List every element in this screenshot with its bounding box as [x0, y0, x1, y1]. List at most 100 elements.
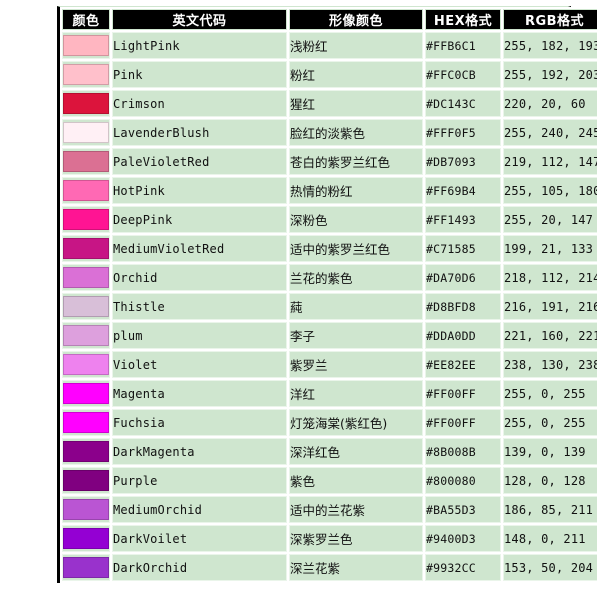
table-header: 颜色 英文代码 形像颜色 HEX格式 RGB格式	[62, 9, 597, 30]
color-swatch	[63, 499, 109, 520]
color-swatch-cell	[62, 380, 110, 407]
rgb-value-cell: 219, 112, 147	[503, 148, 597, 175]
rgb-value-cell: 220, 20, 60	[503, 90, 597, 117]
table-row: plum 李子 #DDA0DD 221, 160, 221	[62, 322, 597, 349]
hex-value-cell: #FF1493	[425, 206, 501, 233]
table-row: Purple 紫色 #800080 128, 0, 128	[62, 467, 597, 494]
column-header-hex-format: HEX格式	[425, 9, 501, 30]
column-header-color-swatch: 颜色	[62, 9, 110, 30]
english-code-cell: Orchid	[112, 264, 287, 291]
table-row: Pink 粉红 #FFC0CB 255, 192, 203	[62, 61, 597, 88]
table-row: PaleVioletRed 苍白的紫罗兰红色 #DB7093 219, 112, 14…	[62, 148, 597, 175]
rgb-value-cell: 186, 85, 211	[503, 496, 597, 523]
table-row: DarkVoilet 深紫罗兰色 #9400D3 148, 0, 211	[62, 525, 597, 552]
chinese-name-cell: 粉红	[289, 61, 423, 88]
english-code-cell: Crimson	[112, 90, 287, 117]
chinese-name-cell: 适中的兰花紫	[289, 496, 423, 523]
chinese-name-cell: 兰花的紫色	[289, 264, 423, 291]
color-swatch	[63, 267, 109, 288]
chinese-name-cell: 灯笼海棠(紫红色)	[289, 409, 423, 436]
table-row: Violet 紫罗兰 #EE82EE 238, 130, 238	[62, 351, 597, 378]
color-swatch-cell	[62, 264, 110, 291]
rgb-value-cell: 199, 21, 133	[503, 235, 597, 262]
english-code-cell: Purple	[112, 467, 287, 494]
english-code-cell: Thistle	[112, 293, 287, 320]
table-row: Crimson 猩红 #DC143C 220, 20, 60	[62, 90, 597, 117]
color-swatch-cell	[62, 90, 110, 117]
color-swatch	[63, 383, 109, 404]
hex-value-cell: #BA55D3	[425, 496, 501, 523]
color-swatch-cell	[62, 351, 110, 378]
hex-value-cell: #9400D3	[425, 525, 501, 552]
color-swatch-cell	[62, 438, 110, 465]
table-row: Magenta 洋红 #FF00FF 255, 0, 255	[62, 380, 597, 407]
english-code-cell: HotPink	[112, 177, 287, 204]
chinese-name-cell: 猩红	[289, 90, 423, 117]
color-swatch	[63, 441, 109, 462]
english-code-cell: Violet	[112, 351, 287, 378]
rgb-value-cell: 139, 0, 139	[503, 438, 597, 465]
english-code-cell: DarkMagenta	[112, 438, 287, 465]
rgb-value-cell: 255, 0, 255	[503, 409, 597, 436]
hex-value-cell: #800080	[425, 467, 501, 494]
rgb-value-cell: 255, 192, 203	[503, 61, 597, 88]
rgb-value-cell: 255, 105, 180	[503, 177, 597, 204]
table-row: LavenderBlush 脸红的淡紫色 #FFF0F5 255, 240, 245	[62, 119, 597, 146]
color-swatch	[63, 470, 109, 491]
rgb-value-cell: 153, 50, 204	[503, 554, 597, 581]
table-row: Fuchsia 灯笼海棠(紫红色) #FF00FF 255, 0, 255	[62, 409, 597, 436]
hex-value-cell: #FFF0F5	[425, 119, 501, 146]
table-row: HotPink 热情的粉红 #FF69B4 255, 105, 180	[62, 177, 597, 204]
color-swatch	[63, 180, 109, 201]
hex-value-cell: #FF00FF	[425, 380, 501, 407]
table-row: Orchid 兰花的紫色 #DA70D6 218, 112, 214	[62, 264, 597, 291]
table-row: DarkOrchid 深兰花紫 #9932CC 153, 50, 204	[62, 554, 597, 581]
rgb-value-cell: 238, 130, 238	[503, 351, 597, 378]
hex-value-cell: #DA70D6	[425, 264, 501, 291]
chinese-name-cell: 紫罗兰	[289, 351, 423, 378]
chinese-name-cell: 深兰花紫	[289, 554, 423, 581]
hex-value-cell: #DB7093	[425, 148, 501, 175]
color-swatch-cell	[62, 496, 110, 523]
table-row: Thistle 蒓 #D8BFD8 216, 191, 216	[62, 293, 597, 320]
chinese-name-cell: 适中的紫罗兰红色	[289, 235, 423, 262]
color-swatch	[63, 64, 109, 85]
color-swatch-cell	[62, 322, 110, 349]
color-swatch-cell	[62, 235, 110, 262]
column-header-rgb-format: RGB格式	[503, 9, 597, 30]
hex-value-cell: #DC143C	[425, 90, 501, 117]
color-swatch-cell	[62, 61, 110, 88]
table-row: LightPink 浅粉红 #FFB6C1 255, 182, 193	[62, 32, 597, 59]
column-header-chinese-name: 形像颜色	[289, 9, 423, 30]
hex-value-cell: #9932CC	[425, 554, 501, 581]
color-swatch	[63, 412, 109, 433]
english-code-cell: DarkVoilet	[112, 525, 287, 552]
hex-value-cell: #D8BFD8	[425, 293, 501, 320]
chinese-name-cell: 深粉色	[289, 206, 423, 233]
english-code-cell: DarkOrchid	[112, 554, 287, 581]
color-swatch	[63, 35, 109, 56]
color-swatch-cell	[62, 206, 110, 233]
color-swatch-cell	[62, 467, 110, 494]
table-row: MediumVioletRed 适中的紫罗兰红色 #C71585 199, 21, 1…	[62, 235, 597, 262]
english-code-cell: MediumOrchid	[112, 496, 287, 523]
english-code-cell: MediumVioletRed	[112, 235, 287, 262]
color-swatch-cell	[62, 409, 110, 436]
rgb-value-cell: 255, 240, 245	[503, 119, 597, 146]
chinese-name-cell: 脸红的淡紫色	[289, 119, 423, 146]
rgb-value-cell: 221, 160, 221	[503, 322, 597, 349]
chinese-name-cell: 李子	[289, 322, 423, 349]
chinese-name-cell: 紫色	[289, 467, 423, 494]
rgb-value-cell: 216, 191, 216	[503, 293, 597, 320]
color-swatch	[63, 557, 109, 578]
hex-value-cell: #C71585	[425, 235, 501, 262]
table-row: DeepPink 深粉色 #FF1493 255, 20, 147	[62, 206, 597, 233]
color-swatch	[63, 122, 109, 143]
table-header-row: 颜色 英文代码 形像颜色 HEX格式 RGB格式	[62, 9, 597, 30]
color-swatch-cell	[62, 554, 110, 581]
chinese-name-cell: 深洋红色	[289, 438, 423, 465]
chinese-name-cell: 苍白的紫罗兰红色	[289, 148, 423, 175]
english-code-cell: plum	[112, 322, 287, 349]
english-code-cell: LightPink	[112, 32, 287, 59]
color-swatch	[63, 151, 109, 172]
